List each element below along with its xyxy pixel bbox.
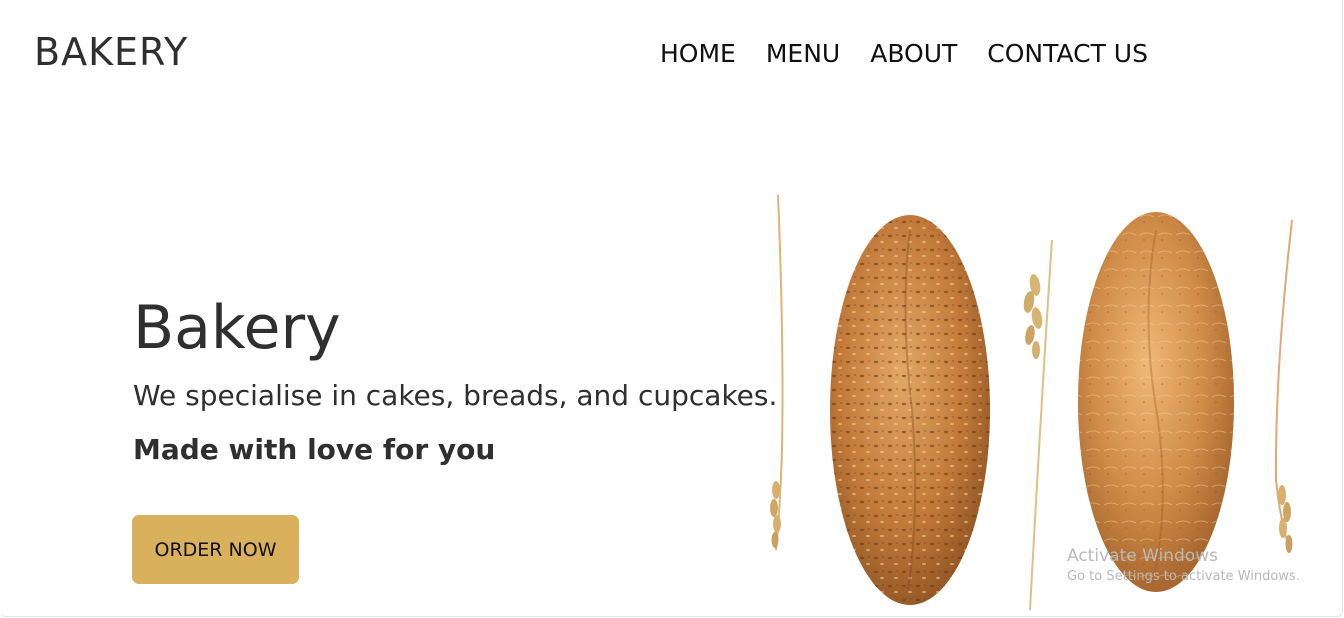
order-now-button[interactable]: ORDER NOW xyxy=(132,515,299,584)
hero-tagline: Made with love for you xyxy=(133,433,496,466)
nav-home-link[interactable]: HOME xyxy=(660,38,736,70)
site-logo[interactable]: BAKERY xyxy=(34,28,188,76)
bread-illustration xyxy=(770,194,1293,611)
plain-loaf xyxy=(1078,212,1234,592)
page-frame: BAKERY HOME MENU ABOUT CONTACT US Bakery… xyxy=(0,0,1343,617)
nav-about-link[interactable]: ABOUT xyxy=(870,38,957,70)
seeded-loaf xyxy=(830,215,990,605)
nav-menu-link[interactable]: MENU xyxy=(766,38,840,70)
hero-title: Bakery xyxy=(133,293,341,363)
hero-subtitle: We specialise in cakes, breads, and cupc… xyxy=(133,379,778,412)
nav-contact-link[interactable]: CONTACT US xyxy=(987,38,1148,70)
main-nav: HOME MENU ABOUT CONTACT US xyxy=(660,38,1148,70)
bread-loaves-with-wheat-image xyxy=(760,190,1320,616)
wheat-stalk-right xyxy=(1274,219,1293,553)
wheat-stalk-left xyxy=(770,194,784,551)
wheat-stalk-middle xyxy=(1023,239,1053,611)
